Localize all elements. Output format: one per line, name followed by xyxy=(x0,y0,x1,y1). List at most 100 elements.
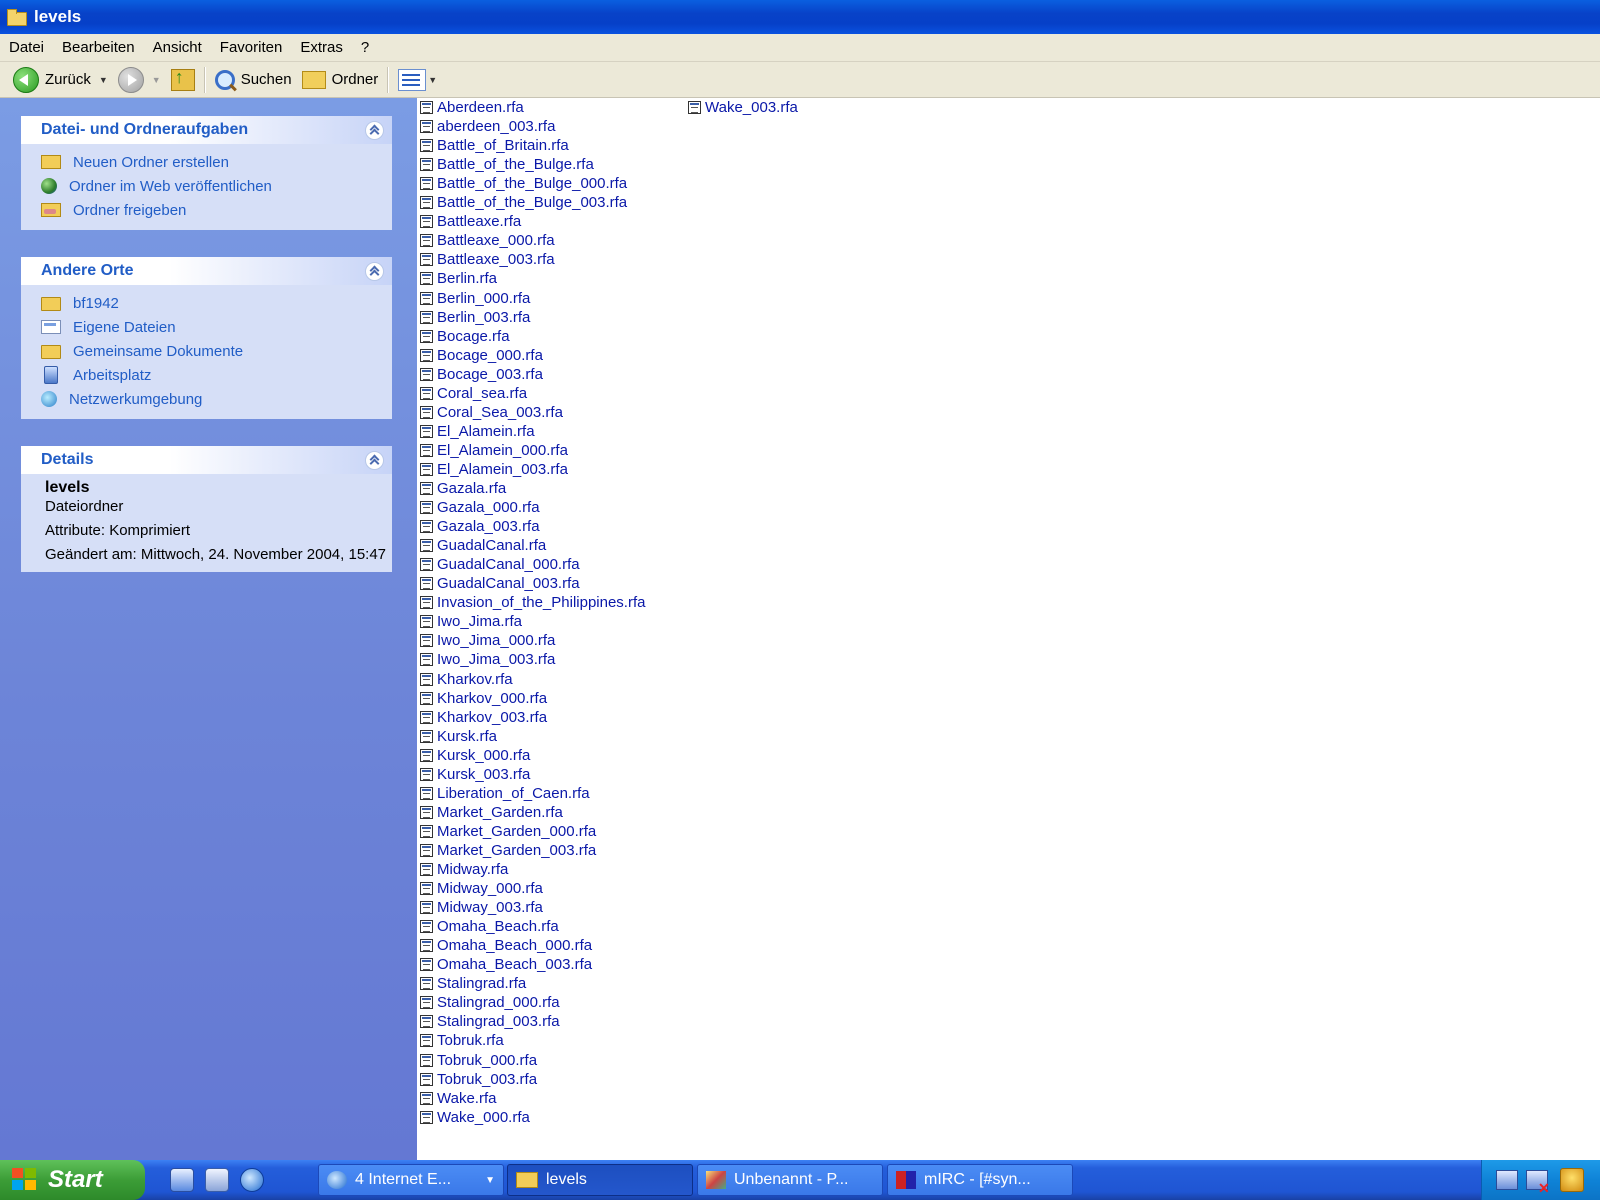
details-panel-title: Details xyxy=(41,451,94,468)
place-shared-documents[interactable]: Gemeinsame Dokumente xyxy=(41,339,392,363)
file-item[interactable]: Bocage_000.rfa xyxy=(420,346,543,365)
place-my-documents[interactable]: Eigene Dateien xyxy=(41,315,392,339)
file-name: Gazala_000.rfa xyxy=(437,499,540,517)
back-dropdown-icon[interactable]: ▼ xyxy=(99,75,108,85)
tasks-panel-title: Datei- und Ordneraufgaben xyxy=(41,121,249,138)
views-button[interactable]: ▼ xyxy=(393,65,442,95)
show-desktop-icon[interactable] xyxy=(205,1168,229,1192)
file-item[interactable]: Berlin_000.rfa xyxy=(420,289,530,308)
menu-favoriten[interactable]: Favoriten xyxy=(211,39,292,56)
file-item[interactable]: Iwo_Jima_000.rfa xyxy=(420,631,555,650)
file-item[interactable]: GuadalCanal_003.rfa xyxy=(420,574,580,593)
file-item[interactable]: Midway_000.rfa xyxy=(420,879,543,898)
file-item[interactable]: Wake_003.rfa xyxy=(688,98,798,117)
file-item[interactable]: Kharkov_003.rfa xyxy=(420,708,547,727)
file-item[interactable]: Omaha_Beach_003.rfa xyxy=(420,955,592,974)
file-item[interactable]: Kharkov_000.rfa xyxy=(420,689,547,708)
file-item[interactable]: El_Alamein_000.rfa xyxy=(420,441,568,460)
file-item[interactable]: Iwo_Jima_003.rfa xyxy=(420,650,555,669)
file-item[interactable]: Coral_sea.rfa xyxy=(420,384,527,403)
file-item[interactable]: El_Alamein.rfa xyxy=(420,422,535,441)
file-item[interactable]: Wake_000.rfa xyxy=(420,1108,530,1127)
task-publish-web[interactable]: Ordner im Web veröffentlichen xyxy=(41,174,392,198)
forward-dropdown-icon[interactable]: ▼ xyxy=(152,75,161,85)
file-item[interactable]: Battle_of_the_Bulge_003.rfa xyxy=(420,193,627,212)
collapse-icon[interactable] xyxy=(365,450,384,470)
file-item[interactable]: Invasion_of_the_Philippines.rfa xyxy=(420,593,645,612)
taskbar-button-paint[interactable]: Unbenannt - P... xyxy=(697,1164,883,1196)
file-item[interactable]: Gazala.rfa xyxy=(420,479,506,498)
taskbar-button-internet-explorer[interactable]: 4 Internet E... ▼ xyxy=(318,1164,504,1196)
security-shield-icon[interactable] xyxy=(1560,1168,1584,1192)
file-item[interactable]: Liberation_of_Caen.rfa xyxy=(420,784,590,803)
place-network[interactable]: Netzwerkumgebung xyxy=(41,387,392,411)
outlook-express-icon[interactable] xyxy=(170,1168,194,1192)
file-item[interactable]: Battle_of_the_Bulge_000.rfa xyxy=(420,174,627,193)
file-name: Bocage_003.rfa xyxy=(437,365,543,383)
file-item[interactable]: Gazala_003.rfa xyxy=(420,517,540,536)
tasks-panel-header[interactable]: Datei- und Ordneraufgaben xyxy=(21,116,392,144)
file-item[interactable]: Battleaxe.rfa xyxy=(420,212,521,231)
file-item[interactable]: Battle_of_the_Bulge.rfa xyxy=(420,155,594,174)
file-item[interactable]: Coral_Sea_003.rfa xyxy=(420,403,563,422)
file-item[interactable]: Stalingrad_000.rfa xyxy=(420,993,560,1012)
forward-button[interactable]: ▼ xyxy=(113,65,166,95)
file-item[interactable]: Battleaxe_003.rfa xyxy=(420,250,555,269)
place-bf1942[interactable]: bf1942 xyxy=(41,291,392,315)
file-item[interactable]: Berlin.rfa xyxy=(420,269,497,288)
folders-button[interactable]: Ordner xyxy=(297,65,384,95)
up-button[interactable] xyxy=(166,65,200,95)
file-item[interactable]: Stalingrad_003.rfa xyxy=(420,1012,560,1031)
file-item[interactable]: Market_Garden.rfa xyxy=(420,803,563,822)
file-item[interactable]: Kursk_000.rfa xyxy=(420,746,530,765)
collapse-icon[interactable] xyxy=(365,261,384,281)
file-item[interactable]: Kharkov.rfa xyxy=(420,670,513,689)
file-item[interactable]: aberdeen_003.rfa xyxy=(420,117,555,136)
file-item[interactable]: Bocage_003.rfa xyxy=(420,365,543,384)
place-my-computer[interactable]: Arbeitsplatz xyxy=(41,363,392,387)
collapse-icon[interactable] xyxy=(365,120,384,140)
file-icon xyxy=(420,462,433,476)
menu-datei[interactable]: Datei xyxy=(0,39,53,56)
menu-help[interactable]: ? xyxy=(352,39,378,56)
menu-bearbeiten[interactable]: Bearbeiten xyxy=(53,39,144,56)
file-item[interactable]: Tobruk_000.rfa xyxy=(420,1051,537,1070)
file-item[interactable]: Berlin_003.rfa xyxy=(420,308,530,327)
file-item[interactable]: Bocage.rfa xyxy=(420,327,510,346)
file-item[interactable]: Gazala_000.rfa xyxy=(420,498,540,517)
file-item[interactable]: Midway.rfa xyxy=(420,860,508,879)
file-item[interactable]: El_Alamein_003.rfa xyxy=(420,460,568,479)
menu-extras[interactable]: Extras xyxy=(291,39,352,56)
file-item[interactable]: Stalingrad.rfa xyxy=(420,974,526,993)
file-item[interactable]: Kursk_003.rfa xyxy=(420,765,530,784)
file-name: Battle_of_the_Bulge_000.rfa xyxy=(437,175,628,193)
file-item[interactable]: Kursk.rfa xyxy=(420,727,497,746)
menu-ansicht[interactable]: Ansicht xyxy=(144,39,211,56)
search-button[interactable]: Suchen xyxy=(210,65,297,95)
taskbar-button-levels[interactable]: levels xyxy=(507,1164,693,1196)
file-item[interactable]: Battleaxe_000.rfa xyxy=(420,231,555,250)
network-connection-icon[interactable] xyxy=(1496,1170,1518,1190)
file-item[interactable]: Omaha_Beach_000.rfa xyxy=(420,936,592,955)
task-share-folder[interactable]: Ordner freigeben xyxy=(41,198,392,222)
start-button[interactable]: Start xyxy=(0,1160,145,1200)
file-item[interactable]: Battle_of_Britain.rfa xyxy=(420,136,569,155)
file-item[interactable]: Aberdeen.rfa xyxy=(420,98,524,117)
file-item[interactable]: GuadalCanal_000.rfa xyxy=(420,555,580,574)
file-item[interactable]: Midway_003.rfa xyxy=(420,898,543,917)
details-panel-header[interactable]: Details xyxy=(21,446,392,474)
file-item[interactable]: Iwo_Jima.rfa xyxy=(420,612,522,631)
file-item[interactable]: Tobruk.rfa xyxy=(420,1031,504,1050)
file-item[interactable]: Wake.rfa xyxy=(420,1089,496,1108)
file-item[interactable]: Tobruk_003.rfa xyxy=(420,1070,537,1089)
internet-explorer-icon[interactable] xyxy=(240,1168,264,1192)
taskbar-button-mirc[interactable]: mIRC - [#syn... xyxy=(887,1164,1073,1196)
file-item[interactable]: Market_Garden_000.rfa xyxy=(420,822,596,841)
file-item[interactable]: Market_Garden_003.rfa xyxy=(420,841,596,860)
task-new-folder[interactable]: Neuen Ordner erstellen xyxy=(41,150,392,174)
back-button[interactable]: Zurück ▼ xyxy=(8,65,113,95)
file-icon xyxy=(420,748,433,762)
file-item[interactable]: GuadalCanal.rfa xyxy=(420,536,546,555)
file-item[interactable]: Omaha_Beach.rfa xyxy=(420,917,559,936)
places-panel-header[interactable]: Andere Orte xyxy=(21,257,392,285)
